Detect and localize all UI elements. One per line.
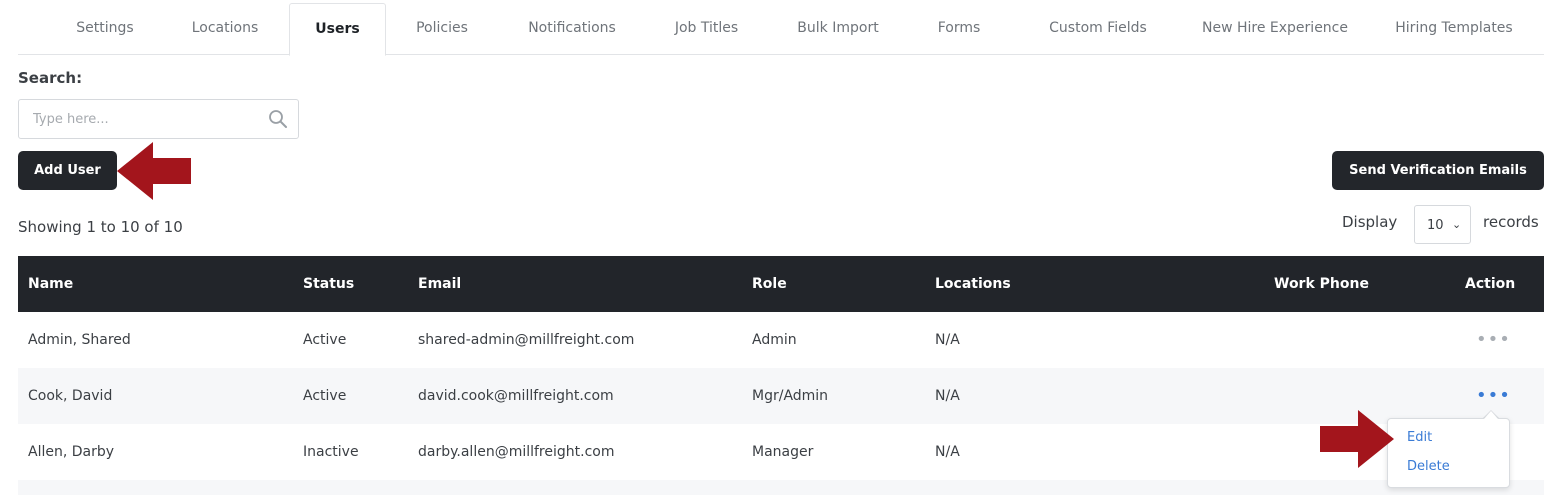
cell-role: Manager (752, 444, 814, 460)
tab-new-hire-experience[interactable]: New Hire Experience (1182, 3, 1368, 55)
arrow-left-icon (117, 142, 191, 200)
column-header-role[interactable]: Role (752, 256, 787, 312)
cell-locations: N/A (935, 332, 960, 348)
cell-role: Admin (752, 332, 797, 348)
cell-name: Allen, Darby (28, 444, 115, 460)
column-header-status[interactable]: Status (303, 256, 354, 312)
cell-email: david.cook@millfreight.com (418, 388, 614, 404)
users-settings-page: Settings Locations Users Policies Notifi… (0, 0, 1558, 495)
search-icon[interactable] (268, 109, 288, 129)
tab-bulk-import[interactable]: Bulk Import (775, 3, 901, 55)
users-table-header: Name Status Email Role Locations Work Ph… (18, 256, 1544, 312)
menu-item-delete[interactable]: Delete (1407, 459, 1450, 474)
tab-custom-fields[interactable]: Custom Fields (1023, 3, 1173, 55)
search-input[interactable] (19, 100, 259, 138)
column-header-action: Action (1465, 276, 1516, 292)
cell-status: Inactive (303, 444, 359, 460)
column-header-email[interactable]: Email (418, 256, 461, 312)
display-label: Display (1342, 213, 1398, 231)
tab-forms[interactable]: Forms (919, 3, 999, 55)
cell-role: Mgr/Admin (752, 388, 829, 404)
records-per-page-value: 10 (1427, 218, 1444, 233)
send-verification-emails-button[interactable]: Send Verification Emails (1332, 151, 1544, 190)
tab-settings[interactable]: Settings (50, 3, 160, 55)
arrow-right-icon (1320, 410, 1394, 468)
tab-locations[interactable]: Locations (169, 3, 281, 55)
more-horizontal-icon[interactable]: ••• (1476, 312, 1511, 368)
cell-name: Admin, Shared (28, 332, 131, 348)
tab-job-titles[interactable]: Job Titles (654, 3, 759, 55)
tab-policies[interactable]: Policies (393, 3, 491, 55)
cell-status: Active (303, 332, 347, 348)
table-row: Admin, Shared Active shared-admin@millfr… (18, 312, 1544, 368)
column-header-name[interactable]: Name (28, 256, 73, 312)
table-row (18, 480, 1544, 495)
column-header-locations[interactable]: Locations (935, 256, 1011, 312)
search-label: Search: (18, 69, 83, 87)
tab-hiring-templates[interactable]: Hiring Templates (1378, 3, 1530, 55)
add-user-button[interactable]: Add User (18, 151, 117, 190)
cell-locations: N/A (935, 388, 960, 404)
row-action-menu: Edit Delete (1387, 418, 1510, 488)
tab-users[interactable]: Users (289, 3, 386, 56)
settings-tab-bar: Settings Locations Users Policies Notifi… (18, 0, 1544, 56)
chevron-down-icon: ⌄ (1452, 218, 1462, 231)
records-label: records (1483, 213, 1539, 231)
cell-email: shared-admin@millfreight.com (418, 332, 635, 348)
cell-email: darby.allen@millfreight.com (418, 444, 615, 460)
tab-notifications[interactable]: Notifications (505, 3, 639, 55)
showing-count: Showing 1 to 10 of 10 (18, 218, 183, 236)
table-row: Allen, Darby Inactive darby.allen@millfr… (18, 424, 1544, 480)
cell-locations: N/A (935, 444, 960, 460)
cell-status: Active (303, 388, 347, 404)
menu-item-edit[interactable]: Edit (1407, 430, 1432, 445)
dropdown-caret-inner (1484, 411, 1498, 419)
search-box (18, 99, 299, 139)
column-header-work-phone[interactable]: Work Phone (1274, 256, 1369, 312)
table-row: Cook, David Active david.cook@millfreigh… (18, 368, 1544, 424)
cell-name: Cook, David (28, 388, 113, 404)
records-per-page-select[interactable]: 10 ⌄ (1414, 205, 1471, 244)
